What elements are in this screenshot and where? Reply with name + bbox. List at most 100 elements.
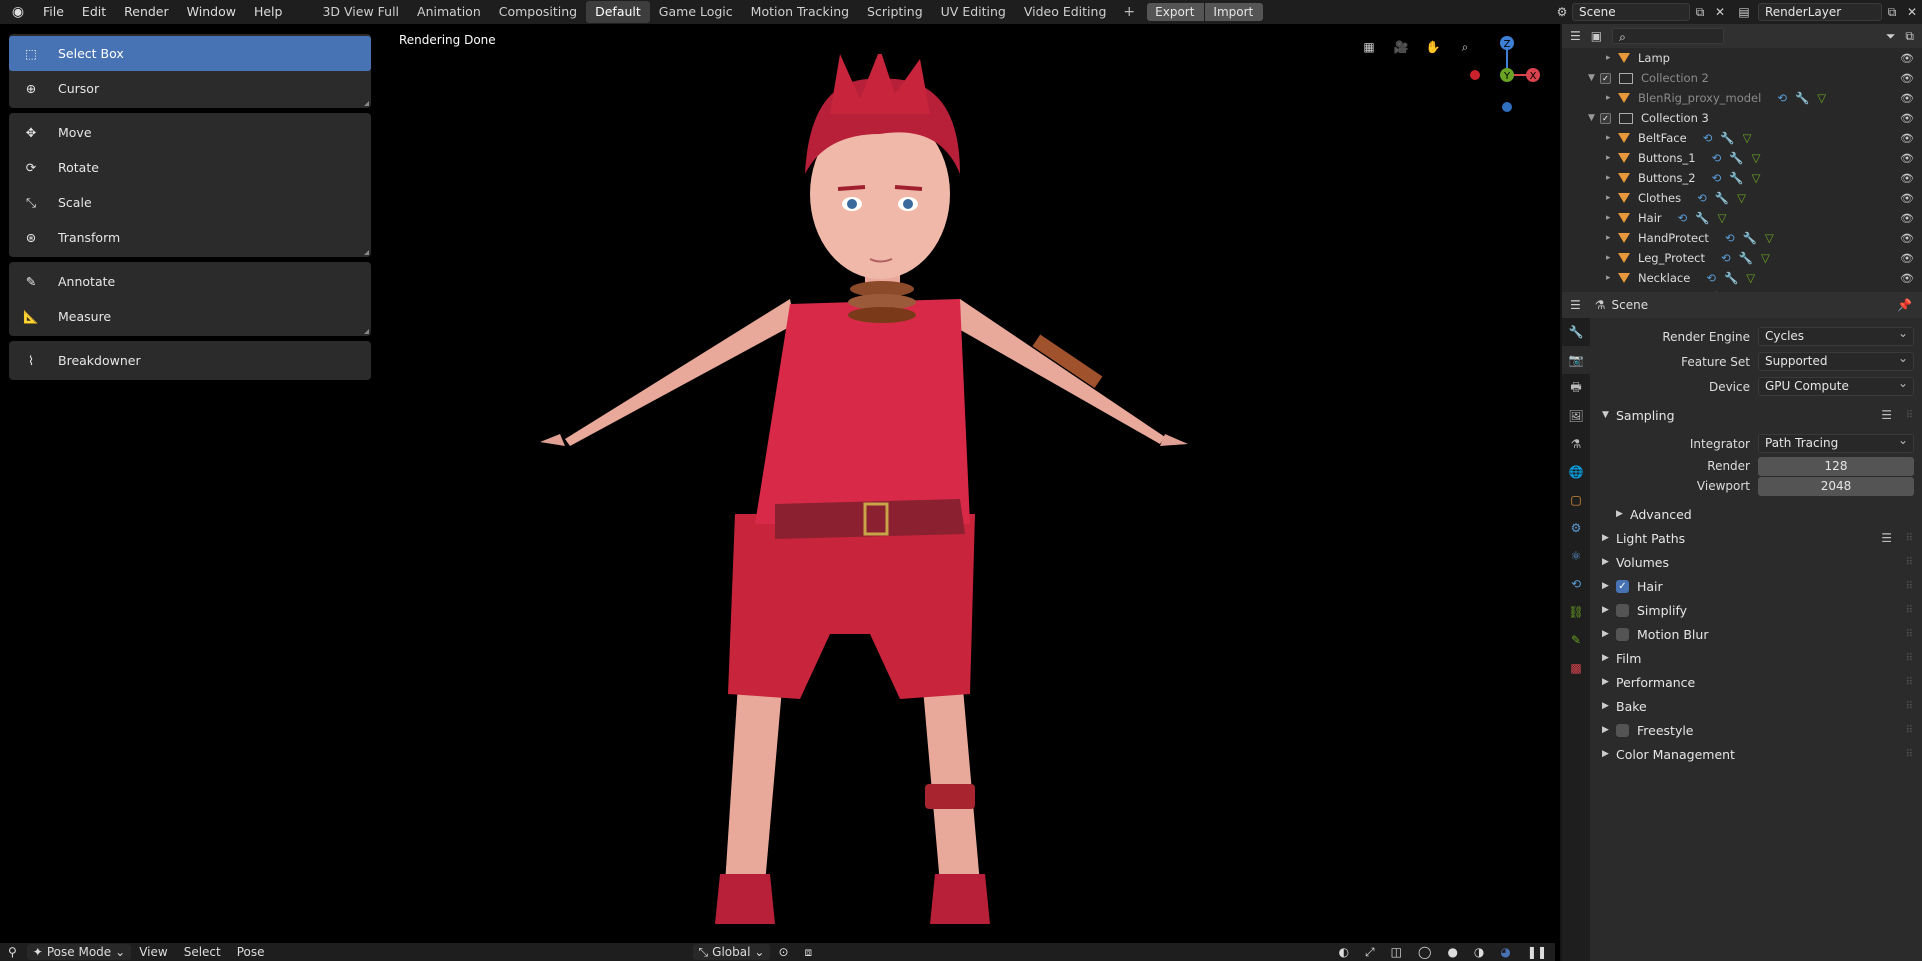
disclosure-icon[interactable]: ▼: [1588, 113, 1600, 123]
import-button[interactable]: Import: [1205, 3, 1264, 21]
tool-flyout-icon[interactable]: [364, 101, 369, 106]
modifier-tab-icon[interactable]: ⚙: [1562, 514, 1590, 542]
exclude-checkbox[interactable]: ✓: [1600, 72, 1611, 84]
select-menu[interactable]: Select: [176, 943, 229, 961]
new-collection-icon[interactable]: ⧉: [1905, 29, 1914, 44]
panel-performance[interactable]: ▶ Performance ⠿: [1592, 670, 1922, 694]
visibility-eye-icon[interactable]: 👁: [1900, 192, 1914, 205]
view-menu[interactable]: View: [131, 943, 175, 961]
mode-dropdown[interactable]: ✦ Pose Mode ⌄: [26, 944, 132, 960]
drag-handle-icon[interactable]: ⠿: [1906, 629, 1913, 640]
data-tab-icon[interactable]: ✎: [1562, 626, 1590, 654]
drag-handle-icon[interactable]: ⠿: [1906, 557, 1913, 568]
advanced-subpanel-header[interactable]: ▶ Advanced: [1592, 502, 1922, 526]
enable-checkbox[interactable]: [1616, 603, 1629, 617]
outliner-row[interactable]: ▸ Clothes ⟲ 🔧 ▽ 👁: [1562, 188, 1922, 208]
menu-help[interactable]: Help: [245, 0, 292, 24]
render-engine-dropdown[interactable]: Cycles: [1758, 325, 1914, 346]
tab-animation[interactable]: Animation: [408, 1, 490, 23]
outliner-row[interactable]: ▼ ✓ Collection 2 👁: [1562, 68, 1922, 88]
pose-menu[interactable]: Pose: [229, 943, 273, 961]
panel-bake[interactable]: ▶ Bake ⠿: [1592, 694, 1922, 718]
panel-color-management[interactable]: ▶ Color Management ⠿: [1592, 742, 1922, 766]
disclosure-icon[interactable]: ▸: [1606, 193, 1618, 203]
viewport-samples-field[interactable]: 2048: [1758, 476, 1914, 496]
drag-handle-icon[interactable]: ⠿: [1906, 410, 1913, 421]
render-samples-field[interactable]: 128: [1758, 456, 1914, 476]
panel-light-paths[interactable]: ▶ Light Paths ☰ ⠿: [1592, 526, 1922, 550]
disclosure-icon[interactable]: ▸: [1606, 173, 1618, 183]
scene-type-icon[interactable]: ⚙: [1552, 5, 1572, 19]
output-tab-icon[interactable]: 🖶: [1562, 374, 1590, 402]
visibility-eye-icon[interactable]: 👁: [1900, 152, 1914, 165]
visibility-eye-icon[interactable]: 👁: [1900, 212, 1914, 225]
wireframe-shading-icon[interactable]: ◯: [1410, 943, 1439, 961]
view-layer-type-icon[interactable]: ▤: [1730, 5, 1758, 19]
panel-film[interactable]: ▶ Film ⠿: [1592, 646, 1922, 670]
editor-type-icon[interactable]: ⚲: [0, 943, 25, 961]
scene-field[interactable]: Scene: [1572, 3, 1690, 21]
tool-tab-icon[interactable]: 🔧: [1562, 318, 1590, 346]
physics-tab-icon[interactable]: ⟲: [1562, 570, 1590, 598]
render-tab-icon[interactable]: 📷: [1562, 346, 1590, 374]
visibility-eye-icon[interactable]: 👁: [1900, 52, 1914, 65]
disclosure-icon[interactable]: ▸: [1606, 213, 1618, 223]
tool-scale[interactable]: ⤡ Scale: [9, 185, 371, 220]
visibility-eye-icon[interactable]: 👁: [1900, 232, 1914, 245]
panel-motion-blur[interactable]: ▶ Motion Blur ⠿: [1592, 622, 1922, 646]
outliner-row[interactable]: ▸ Hair ⟲ 🔧 ▽ 👁: [1562, 208, 1922, 228]
device-dropdown[interactable]: GPU Compute: [1758, 375, 1914, 396]
axis-gizmo[interactable]: Z X Y: [1460, 24, 1540, 124]
remove-scene-icon[interactable]: ✕: [1710, 5, 1730, 19]
visibility-eye-icon[interactable]: 👁: [1900, 132, 1914, 145]
tab-compositing[interactable]: Compositing: [490, 1, 586, 23]
outliner-row[interactable]: ▼ ✓ Collection 3 👁: [1562, 108, 1922, 128]
visibility-eye-icon[interactable]: 👁: [1900, 112, 1914, 125]
drag-handle-icon[interactable]: ⠿: [1906, 749, 1913, 760]
camera-icon[interactable]: 🎥: [1387, 36, 1415, 58]
display-mode-icon[interactable]: ▣: [1591, 29, 1602, 43]
outliner-row[interactable]: ▸ HandProtect ⟲ 🔧 ▽ 👁: [1562, 228, 1922, 248]
enable-checkbox[interactable]: [1616, 627, 1629, 641]
integrator-dropdown[interactable]: Path Tracing: [1758, 432, 1914, 453]
exclude-checkbox[interactable]: ✓: [1600, 112, 1611, 124]
tool-move[interactable]: ✥ Move: [9, 115, 371, 150]
filter-icon[interactable]: ⏷: [1886, 29, 1896, 44]
pause-render-icon[interactable]: ❚❚: [1519, 943, 1555, 961]
gizmo-toggle-icon[interactable]: ⤢: [1357, 943, 1383, 961]
panel-hair[interactable]: ▶ ✓ Hair ⠿: [1592, 574, 1922, 598]
constraints-tab-icon[interactable]: ⛓: [1562, 598, 1590, 626]
material-shading-icon[interactable]: ◑: [1466, 943, 1492, 961]
copy-scene-icon[interactable]: ⧉: [1690, 5, 1710, 20]
tab-scripting[interactable]: Scripting: [858, 1, 932, 23]
tool-flyout-icon[interactable]: [364, 329, 369, 334]
drag-handle-icon[interactable]: ⠿: [1906, 677, 1913, 688]
world-tab-icon[interactable]: 🌐: [1562, 458, 1590, 486]
outliner-row[interactable]: ▸ Necklace ⟲ 🔧 ▽ 👁: [1562, 268, 1922, 288]
add-workspace-icon[interactable]: +: [1115, 4, 1143, 20]
properties-editor-icon[interactable]: ☰: [1570, 298, 1581, 312]
outliner-row[interactable]: ▸ Leg_Protect ⟲ 🔧 ▽ 👁: [1562, 248, 1922, 268]
object-tab-icon[interactable]: ▢: [1562, 486, 1590, 514]
xray-icon[interactable]: ◫: [1383, 943, 1410, 961]
blender-logo-icon[interactable]: ◉: [8, 2, 28, 22]
presets-list-icon[interactable]: ☰: [1881, 408, 1892, 422]
menu-edit[interactable]: Edit: [73, 0, 115, 24]
pin-icon[interactable]: 📌: [1897, 298, 1912, 312]
tool-cursor[interactable]: ⊕ Cursor: [9, 71, 371, 106]
solid-shading-icon[interactable]: ●: [1439, 943, 1465, 961]
tool-annotate[interactable]: ✎ Annotate: [9, 264, 371, 299]
visibility-eye-icon[interactable]: 👁: [1900, 92, 1914, 105]
particles-tab-icon[interactable]: ⚛: [1562, 542, 1590, 570]
panel-volumes[interactable]: ▶ Volumes ⠿: [1592, 550, 1922, 574]
outliner-row[interactable]: ▸ BeltFace ⟲ 🔧 ▽ 👁: [1562, 128, 1922, 148]
drag-handle-icon[interactable]: ⠿: [1906, 653, 1913, 664]
disclosure-icon[interactable]: ▼: [1588, 73, 1600, 83]
tool-flyout-icon[interactable]: [364, 250, 369, 255]
tool-rotate[interactable]: ⟳ Rotate: [9, 150, 371, 185]
visibility-eye-icon[interactable]: 👁: [1900, 272, 1914, 285]
tab-default[interactable]: Default: [586, 1, 650, 23]
menu-window[interactable]: Window: [178, 0, 245, 24]
disclosure-icon[interactable]: ▸: [1606, 93, 1618, 103]
snap-icon[interactable]: ⧈: [797, 943, 821, 961]
